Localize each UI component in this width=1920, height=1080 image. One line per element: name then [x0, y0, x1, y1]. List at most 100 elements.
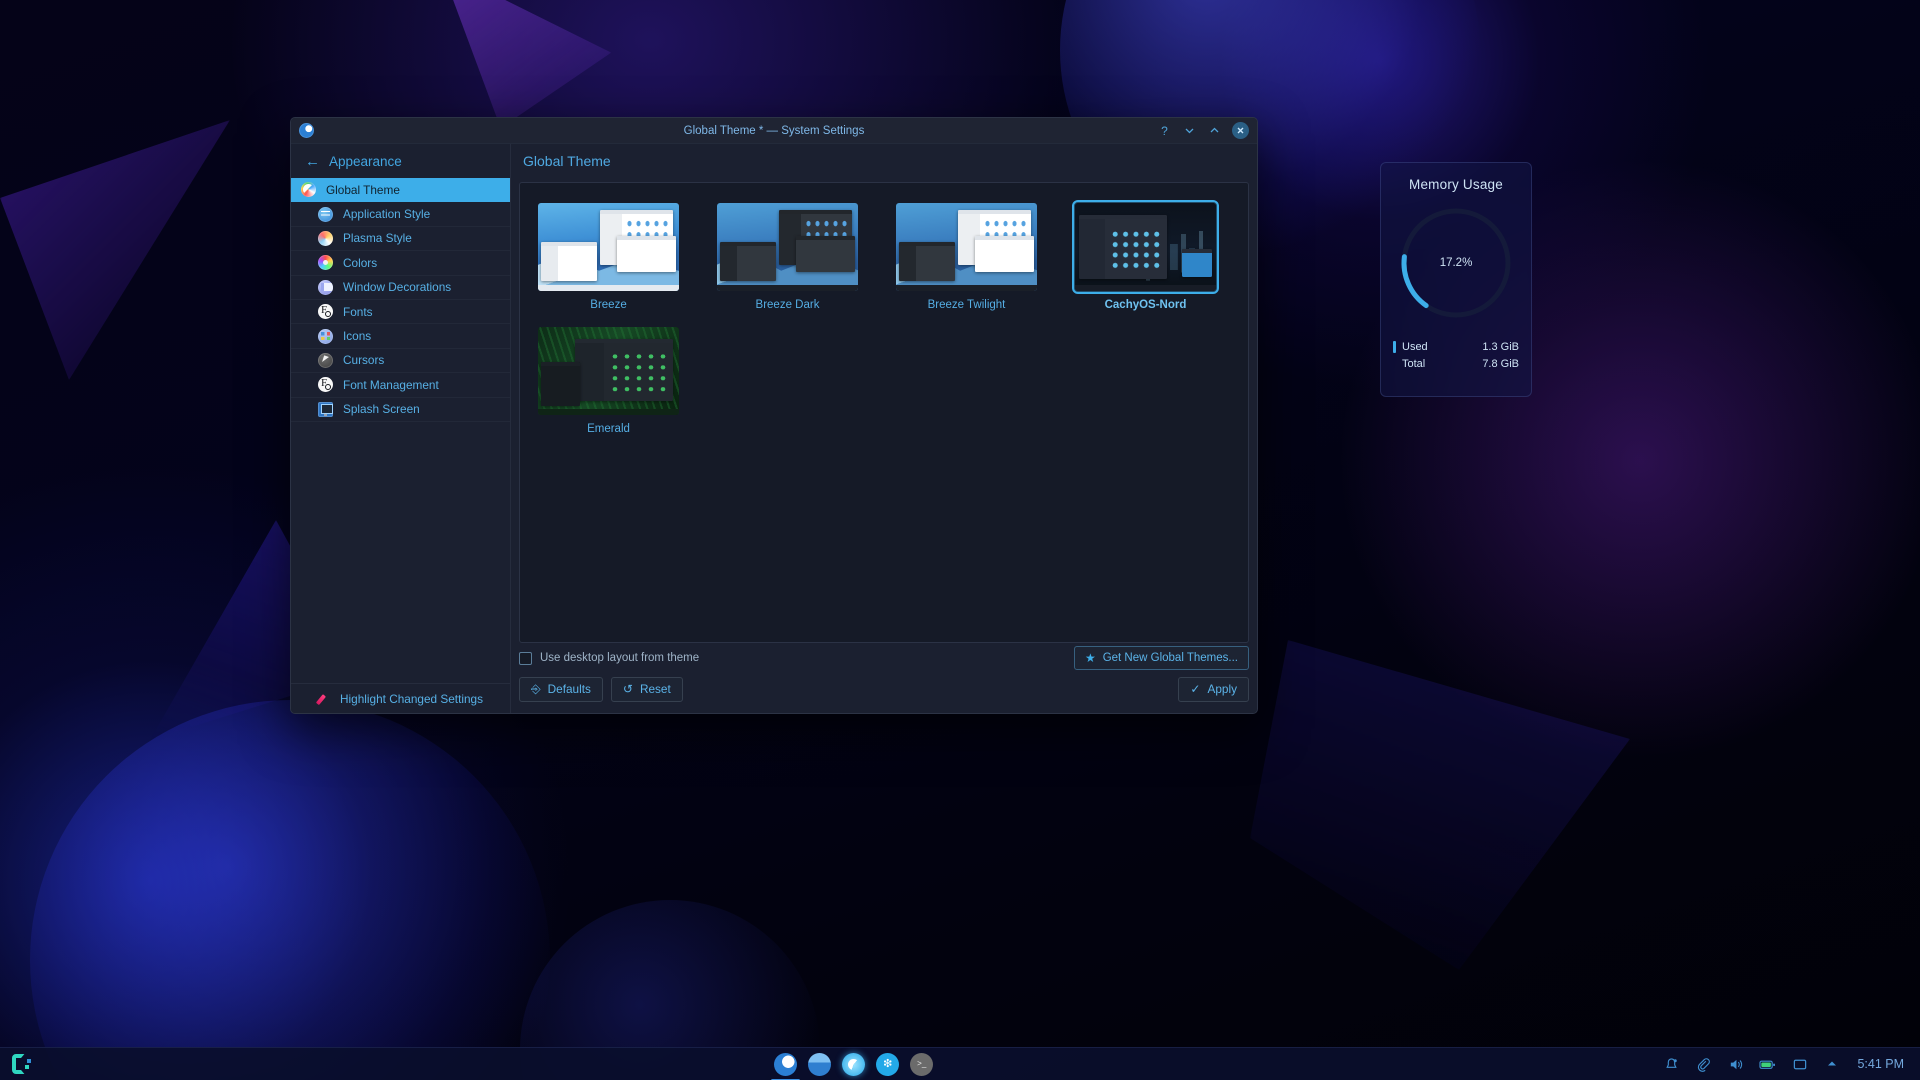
memory-used-label: Used [1402, 341, 1428, 353]
get-new-global-themes-button[interactable]: ★ Get New Global Themes... [1074, 646, 1249, 670]
undo-icon: ↺ [623, 683, 633, 695]
arrow-left-icon: ← [305, 154, 320, 169]
highlight-changed-settings-button[interactable]: Highlight Changed Settings [291, 683, 510, 713]
checkmark-icon: ✓ [1190, 683, 1200, 695]
browser-task-icon[interactable] [842, 1053, 865, 1076]
action-row: ⎆ Defaults ↺ Reset ✓ Apply [511, 673, 1257, 713]
total-swatch [1393, 358, 1396, 370]
theme-thumbnail [538, 203, 679, 291]
notifications-icon[interactable] [1663, 1056, 1680, 1073]
content-pane: Global Theme [511, 144, 1257, 713]
icons-icon [318, 329, 333, 344]
highlight-changed-settings-label: Highlight Changed Settings [340, 692, 483, 706]
memory-row-used: Used 1.3 GiB [1393, 338, 1519, 355]
fonts-icon [318, 304, 333, 319]
global-theme-icon [301, 182, 316, 197]
used-swatch [1393, 341, 1396, 353]
theme-card-breeze-dark[interactable]: Breeze Dark [717, 197, 858, 321]
theme-label: Emerald [587, 423, 630, 435]
clipboard-icon[interactable] [1695, 1056, 1712, 1073]
sidebar-list: Global Theme Application Style Plasma St… [291, 178, 510, 683]
system-settings-task-icon[interactable] [774, 1053, 797, 1076]
memory-used-value: 1.3 GiB [1482, 341, 1519, 353]
clock[interactable]: 5:41 PM [1857, 1057, 1904, 1071]
sidebar-back-label: Appearance [329, 154, 402, 169]
taskbar: 5:41 PM [0, 1047, 1920, 1080]
taskbar-tasks [44, 1053, 1663, 1076]
display-icon[interactable] [1791, 1056, 1808, 1073]
theme-label: Breeze Twilight [928, 299, 1006, 311]
memory-usage-title: Memory Usage [1409, 177, 1503, 192]
close-button[interactable] [1232, 122, 1249, 139]
sidebar-item-label: Colors [343, 256, 377, 270]
sidebar-item-label: Font Management [343, 378, 439, 392]
window-titlebar[interactable]: Global Theme * — System Settings ? [291, 118, 1257, 144]
theme-thumbnail [717, 203, 858, 291]
theme-thumbnail [538, 327, 679, 415]
sidebar-item-font-management[interactable]: Font Management [291, 373, 510, 397]
theme-grid: Breeze [538, 197, 1230, 445]
theme-card-breeze-twilight[interactable]: Breeze Twilight [896, 197, 1037, 321]
sidebar-item-label: Icons [343, 329, 371, 343]
show-hidden-icon[interactable] [1823, 1056, 1840, 1073]
konversation-task-icon[interactable] [876, 1053, 899, 1076]
sidebar-item-label: Global Theme [326, 183, 400, 197]
theme-label: CachyOS-Nord [1105, 299, 1187, 311]
sidebar-item-colors[interactable]: Colors [291, 251, 510, 275]
use-desktop-layout-label: Use desktop layout from theme [540, 652, 699, 664]
desktop: Global Theme * — System Settings ? ← [0, 0, 1920, 1080]
get-new-global-themes-label: Get New Global Themes... [1103, 652, 1238, 664]
sidebar-item-global-theme[interactable]: Global Theme [291, 178, 510, 202]
theme-label: Breeze [590, 299, 626, 311]
cachyos-launcher-icon[interactable] [0, 1054, 44, 1074]
minimize-button[interactable] [1182, 123, 1197, 138]
sidebar-item-application-style[interactable]: Application Style [291, 202, 510, 226]
apply-button[interactable]: ✓ Apply [1178, 677, 1249, 702]
theme-thumbnail [896, 203, 1037, 291]
sidebar-item-fonts[interactable]: Fonts [291, 300, 510, 324]
system-settings-icon [299, 123, 314, 138]
sidebar-item-cursors[interactable]: Cursors [291, 349, 510, 373]
sidebar-item-window-decorations[interactable]: Window Decorations [291, 276, 510, 300]
sidebar-item-splash-screen[interactable]: Splash Screen [291, 398, 510, 422]
theme-label: Breeze Dark [756, 299, 820, 311]
background-shard [0, 120, 230, 380]
help-button[interactable]: ? [1157, 123, 1172, 138]
font-management-icon [318, 377, 333, 392]
options-row: Use desktop layout from theme ★ Get New … [511, 643, 1257, 673]
maximize-button[interactable] [1207, 123, 1222, 138]
memory-usage-percent: 17.2% [1397, 204, 1515, 322]
theme-card-breeze[interactable]: Breeze [538, 197, 679, 321]
volume-icon[interactable] [1727, 1056, 1744, 1073]
reset-button[interactable]: ↺ Reset [611, 677, 683, 702]
page-title: Global Theme [511, 144, 1257, 178]
window-body: ← Appearance Global Theme Application St… [291, 144, 1257, 713]
sidebar-back-button[interactable]: ← Appearance [291, 144, 510, 178]
theme-card-cachyos-nord[interactable]: CachyOS-Nord [1075, 197, 1216, 321]
background-shard [1250, 640, 1630, 970]
colors-icon [318, 255, 333, 270]
sidebar-item-label: Window Decorations [343, 280, 451, 294]
battery-icon[interactable] [1759, 1056, 1776, 1073]
memory-row-total: Total 7.8 GiB [1393, 355, 1519, 372]
background-orb [30, 700, 550, 1080]
cursors-icon [318, 353, 333, 368]
memory-total-label: Total [1402, 358, 1425, 370]
memory-total-value: 7.8 GiB [1482, 358, 1519, 370]
defaults-button[interactable]: ⎆ Defaults [519, 677, 603, 702]
window-controls: ? [1157, 122, 1257, 139]
star-icon: ★ [1085, 652, 1096, 664]
application-style-icon [318, 207, 333, 222]
sidebar-item-label: Splash Screen [343, 402, 420, 416]
theme-list-area: Breeze [519, 182, 1249, 643]
checkbox-box[interactable] [519, 652, 532, 665]
sidebar-item-label: Plasma Style [343, 231, 412, 245]
use-desktop-layout-checkbox[interactable]: Use desktop layout from theme [519, 652, 699, 665]
konsole-task-icon[interactable] [910, 1053, 933, 1076]
system-settings-window: Global Theme * — System Settings ? ← [290, 117, 1258, 714]
memory-usage-ring: 17.2% [1397, 204, 1515, 322]
sidebar-item-plasma-style[interactable]: Plasma Style [291, 227, 510, 251]
theme-card-emerald[interactable]: Emerald [538, 321, 679, 445]
dolphin-task-icon[interactable] [808, 1053, 831, 1076]
sidebar-item-icons[interactable]: Icons [291, 324, 510, 348]
